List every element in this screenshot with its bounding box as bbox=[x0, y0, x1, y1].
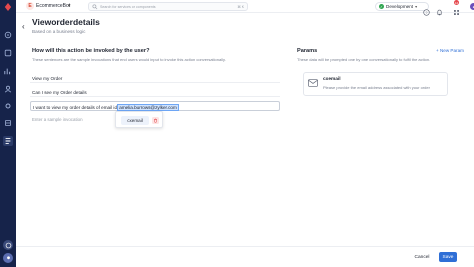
invocations-description: These sentences are the sample invocatio… bbox=[32, 57, 226, 62]
email-icon bbox=[308, 79, 318, 87]
params-title: Params bbox=[297, 48, 318, 54]
save-button[interactable]: Save bbox=[439, 252, 457, 262]
footer-bar bbox=[16, 246, 474, 267]
delete-button[interactable] bbox=[152, 117, 159, 124]
cancel-button[interactable]: Cancel bbox=[410, 252, 434, 262]
bot-avatar[interactable]: E bbox=[26, 2, 34, 10]
flows-icon[interactable] bbox=[3, 48, 13, 58]
settings-icon[interactable] bbox=[3, 101, 13, 111]
param-description: Please provide the email address associa… bbox=[323, 85, 430, 90]
params-description: These data will be prompted one by one c… bbox=[297, 57, 431, 62]
param-popover: cxemail bbox=[115, 111, 163, 128]
svg-text:?: ? bbox=[426, 11, 428, 15]
actions-icon[interactable] bbox=[3, 136, 13, 146]
chevron-down-icon: ▾ bbox=[415, 4, 418, 9]
search-shortcut: ⌘ K bbox=[237, 4, 244, 9]
app-logo-icon[interactable] bbox=[4, 3, 12, 11]
apps-grid-icon[interactable] bbox=[453, 3, 460, 15]
app-root: E EcommerceBot ▾ Search for services or … bbox=[0, 0, 474, 267]
profile-icon[interactable] bbox=[3, 253, 13, 263]
environment-label: Development bbox=[386, 4, 414, 9]
bell-icon[interactable] bbox=[436, 3, 443, 16]
users-icon[interactable] bbox=[3, 84, 13, 94]
page-subtitle: Based on a business logic bbox=[32, 29, 86, 34]
invocation-item-active[interactable]: I want to view my order details of email… bbox=[30, 101, 280, 111]
param-chip[interactable]: cxemail bbox=[121, 116, 149, 125]
invocations-title: How will this action be invoked by the u… bbox=[32, 48, 150, 54]
param-name: cxemail bbox=[323, 77, 341, 82]
help-icon[interactable] bbox=[3, 240, 13, 250]
new-param-button[interactable]: + New Param bbox=[436, 48, 464, 53]
invocation-item[interactable]: Can I see my Order details bbox=[30, 87, 280, 97]
bot-selector[interactable]: EcommerceBot bbox=[36, 3, 70, 9]
invocation-input[interactable]: Enter a sample invocation bbox=[32, 117, 83, 122]
invocation-text: I want to view my order details of email… bbox=[33, 105, 119, 110]
search-input[interactable]: Search for services or components ⌘ K bbox=[88, 2, 248, 11]
chevron-down-icon[interactable]: ▾ bbox=[68, 3, 71, 9]
invocation-item[interactable]: View my Order bbox=[30, 73, 280, 83]
left-sidebar bbox=[0, 0, 16, 267]
search-placeholder: Search for services or components bbox=[100, 4, 156, 9]
back-arrow-icon[interactable]: ‹ bbox=[22, 22, 25, 31]
search-icon bbox=[92, 4, 98, 10]
param-card[interactable]: cxemail Please provide the email address… bbox=[303, 72, 448, 96]
trash-icon bbox=[154, 118, 157, 123]
param-highlight[interactable]: amelia.burrows@zylker.com bbox=[117, 104, 179, 111]
top-bar: E EcommerceBot ▾ Search for services or … bbox=[16, 0, 474, 16]
user-avatar-icon[interactable]: ● bbox=[470, 3, 474, 10]
environment-selector[interactable]: ✓ Development ▾ bbox=[375, 2, 429, 11]
integrations-icon[interactable] bbox=[3, 118, 13, 128]
help-circle-icon[interactable]: ? bbox=[423, 3, 430, 16]
analytics-icon[interactable] bbox=[3, 66, 13, 76]
builder-icon[interactable] bbox=[3, 30, 13, 40]
page-title: Vieworderdetails bbox=[32, 17, 100, 27]
check-icon: ✓ bbox=[379, 4, 384, 9]
